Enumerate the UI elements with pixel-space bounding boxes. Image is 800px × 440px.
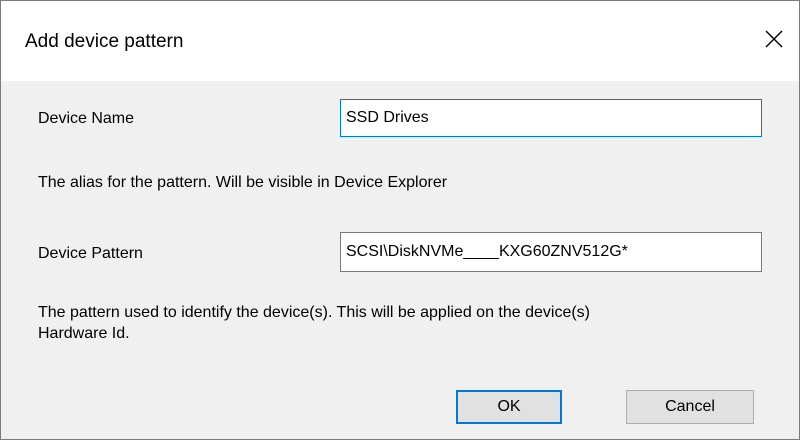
- cancel-button-label: Cancel: [665, 398, 715, 415]
- add-device-pattern-dialog: Add device pattern Device Name The alias…: [0, 0, 800, 440]
- close-button[interactable]: [749, 17, 799, 61]
- device-pattern-help-line1: The pattern used to identify the device(…: [38, 304, 590, 321]
- device-pattern-help-line2: Hardware Id.: [38, 325, 130, 342]
- ok-button-label: OK: [497, 398, 521, 415]
- cancel-button[interactable]: Cancel: [626, 390, 754, 424]
- ok-button[interactable]: OK: [456, 390, 562, 424]
- window-title: Add device pattern: [25, 31, 184, 52]
- close-icon: [765, 30, 783, 48]
- device-pattern-input[interactable]: [340, 232, 762, 272]
- device-name-input[interactable]: [340, 99, 762, 137]
- device-name-label: Device Name: [38, 110, 135, 127]
- device-name-help-text: The alias for the pattern. Will be visib…: [38, 174, 448, 191]
- title-bar: Add device pattern: [1, 1, 799, 81]
- device-pattern-label: Device Pattern: [38, 245, 143, 262]
